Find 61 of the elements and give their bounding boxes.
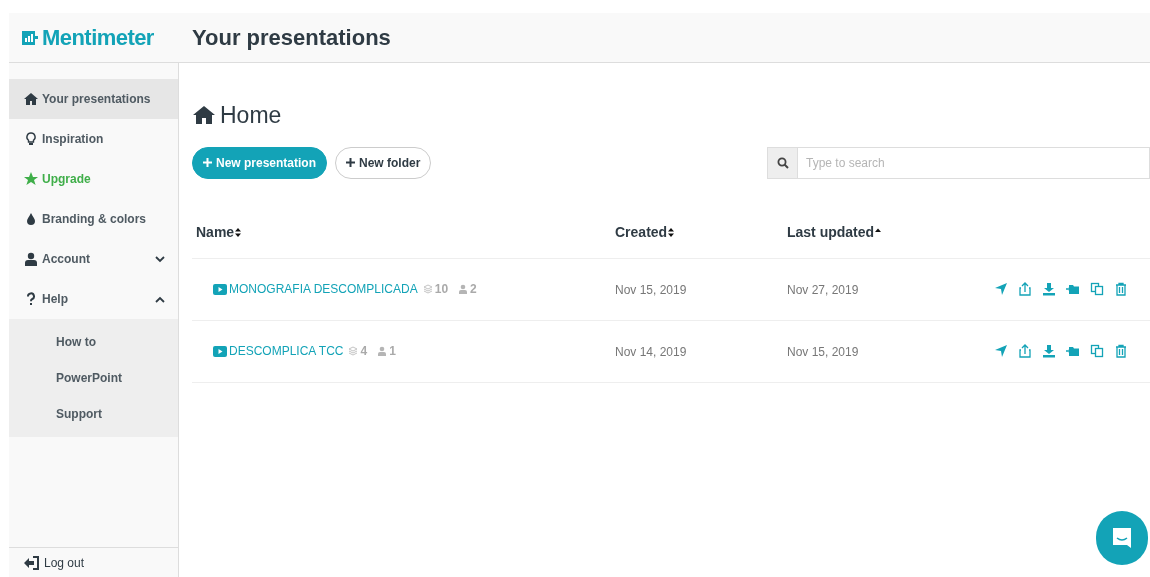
new-folder-button[interactable]: New folder xyxy=(335,146,432,179)
layers-icon xyxy=(348,346,359,356)
user-icon xyxy=(458,284,469,294)
star-icon xyxy=(24,172,38,186)
move-to-folder-icon[interactable] xyxy=(1066,344,1080,358)
lightbulb-icon xyxy=(24,132,38,146)
search-field[interactable]: Type to search xyxy=(798,146,1150,179)
copy-icon[interactable] xyxy=(1090,344,1104,358)
chat-icon xyxy=(1110,526,1134,550)
column-header[interactable]: Last updated xyxy=(787,221,875,243)
trash-icon[interactable] xyxy=(1114,344,1128,358)
search-icon xyxy=(776,156,789,169)
trash-icon[interactable] xyxy=(1114,282,1128,296)
created-date: Nov 14, 2019 xyxy=(615,345,687,359)
page-title: Home xyxy=(220,101,282,130)
sidebar-label: Your presentations xyxy=(42,91,151,108)
column-header[interactable]: Created xyxy=(615,221,668,243)
brand-name: Mentimeter xyxy=(42,24,154,52)
home-icon xyxy=(24,92,38,106)
question-icon xyxy=(24,292,38,306)
send-icon[interactable] xyxy=(994,344,1008,358)
sidebar-label: Upgrade xyxy=(42,171,91,188)
logout-link[interactable]: Log out xyxy=(44,553,85,572)
layers-icon xyxy=(422,284,433,294)
sidebar-label: Branding & colors xyxy=(42,211,146,228)
home-icon xyxy=(192,105,216,126)
sidebar-item[interactable]: Your presentations xyxy=(9,79,178,119)
share-icon[interactable] xyxy=(1018,344,1032,358)
download-icon[interactable] xyxy=(1042,282,1056,296)
page-header-title: Your presentations xyxy=(192,24,391,52)
sort-icon[interactable] xyxy=(234,226,243,238)
sidebar-label: Help xyxy=(42,291,68,308)
plus-icon xyxy=(203,158,212,167)
participant-count: 2 xyxy=(470,281,477,298)
slide-count: 4 xyxy=(360,343,368,360)
slide-count: 10 xyxy=(434,281,449,298)
logo-icon xyxy=(22,30,38,45)
play-icon xyxy=(213,283,227,295)
plus-icon xyxy=(346,158,356,167)
sort-icon[interactable] xyxy=(667,226,676,238)
logout-icon xyxy=(24,555,40,570)
submenu-item[interactable]: How to xyxy=(9,324,178,360)
created-date: Nov 15, 2019 xyxy=(615,283,687,297)
user-icon xyxy=(377,346,388,356)
updated-date: Nov 27, 2019 xyxy=(787,283,859,297)
column-header[interactable]: Name xyxy=(196,221,235,243)
sidebar-label: Inspiration xyxy=(42,131,104,148)
send-icon[interactable] xyxy=(994,282,1008,296)
chat-button[interactable] xyxy=(1096,511,1148,565)
move-to-folder-icon[interactable] xyxy=(1066,282,1080,296)
share-icon[interactable] xyxy=(1018,282,1032,296)
play-icon xyxy=(213,345,227,357)
user-icon xyxy=(24,252,38,266)
submenu-item[interactable]: PowerPoint xyxy=(9,360,178,396)
submenu-item[interactable]: Support xyxy=(9,396,178,432)
copy-icon[interactable] xyxy=(1090,282,1104,296)
download-icon[interactable] xyxy=(1042,344,1056,358)
drop-icon xyxy=(24,212,38,226)
participant-count: 1 xyxy=(389,343,396,360)
sidebar-label: Account xyxy=(42,251,90,268)
updated-date: Nov 15, 2019 xyxy=(787,345,859,359)
